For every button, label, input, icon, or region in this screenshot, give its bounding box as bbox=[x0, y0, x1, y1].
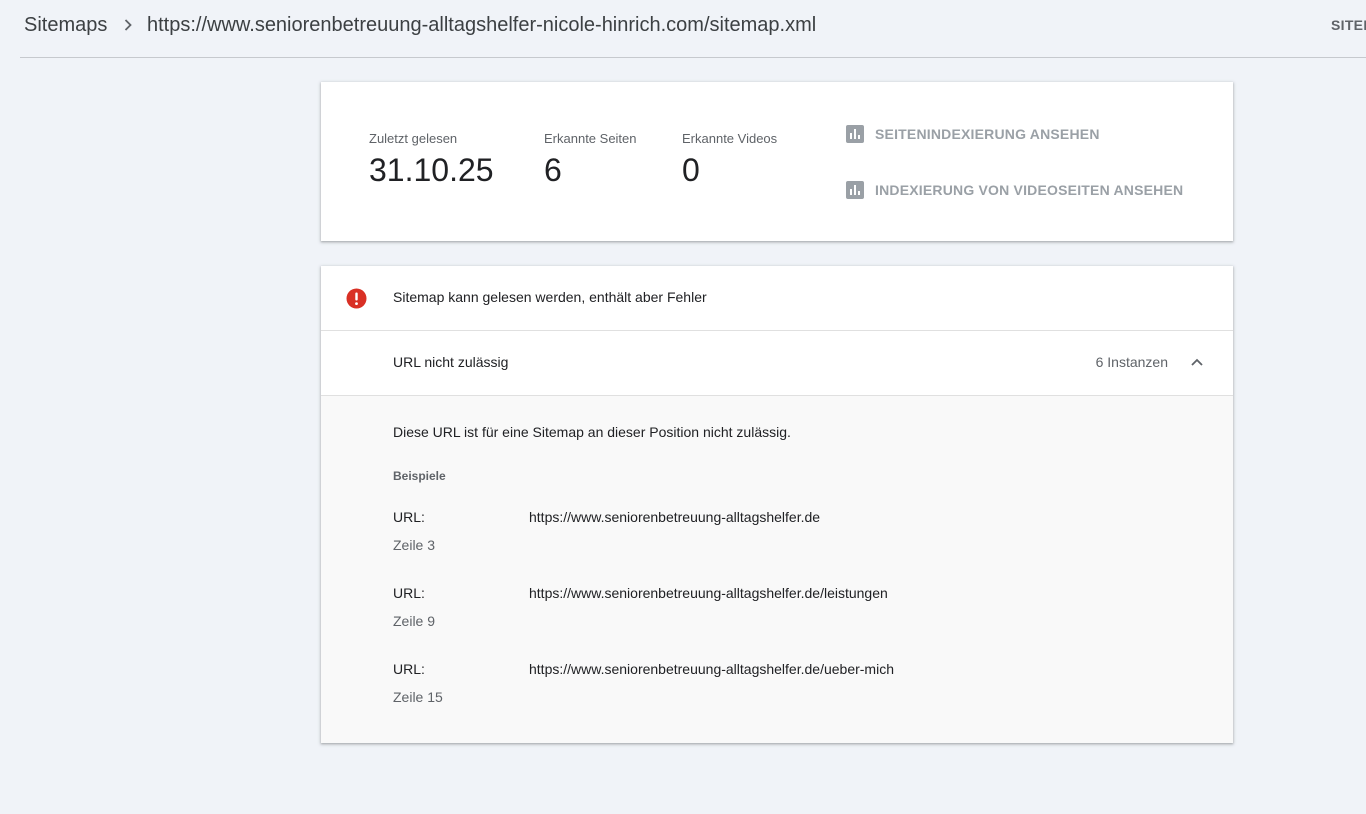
sitemap-errors-card: Sitemap kann gelesen werden, enthält abe… bbox=[321, 266, 1233, 743]
example-key: URL: bbox=[393, 509, 425, 525]
view-page-indexing-label: SEITENINDEXIERUNG ANSEHEN bbox=[875, 126, 1100, 142]
issue-row-toggle[interactable]: URL nicht zulässig 6 Instanzen bbox=[321, 331, 1233, 396]
example-url: https://www.seniorenbetreuung-alltagshel… bbox=[529, 661, 894, 677]
page-header: Sitemaps https://www.seniorenbetreuung-a… bbox=[20, 0, 1366, 58]
examples-heading: Beispiele bbox=[393, 469, 446, 483]
example-url: https://www.seniorenbetreuung-alltagshel… bbox=[529, 585, 888, 601]
issue-description: Diese URL ist für eine Sitemap an dieser… bbox=[393, 424, 791, 440]
stat-label: Zuletzt gelesen bbox=[369, 131, 458, 146]
example-line: Zeile 9 bbox=[393, 613, 436, 629]
stat-discovered-videos: Erkannte Videos 0 bbox=[682, 131, 777, 189]
issue-details: Diese URL ist für eine Sitemap an dieser… bbox=[321, 396, 1233, 743]
stat-discovered-pages: Erkannte Seiten 6 bbox=[544, 131, 637, 189]
stat-value: 6 bbox=[544, 152, 562, 188]
issue-count: 6 Instanzen bbox=[1095, 354, 1168, 370]
example-url: https://www.seniorenbetreuung-alltagshel… bbox=[529, 509, 821, 525]
example-item: URL: https://www.seniorenbetreuung-allta… bbox=[393, 509, 1193, 559]
stat-last-read: Zuletzt gelesen 31.10.25 bbox=[369, 131, 494, 189]
issue-title: URL nicht zulässig bbox=[393, 354, 509, 370]
breadcrumb-current-sitemap: https://www.seniorenbetreuung-alltagshel… bbox=[147, 14, 817, 36]
stat-label: Erkannte Videos bbox=[682, 131, 778, 146]
sitemap-summary-card: Zuletzt gelesen 31.10.25 Erkannte Seiten… bbox=[321, 82, 1233, 241]
bar-chart-icon bbox=[846, 125, 864, 143]
chevron-up-icon[interactable] bbox=[1190, 355, 1204, 369]
example-line: Zeile 15 bbox=[393, 689, 443, 705]
example-key: URL: bbox=[393, 585, 425, 601]
example-item: URL: https://www.seniorenbetreuung-allta… bbox=[393, 661, 1193, 711]
view-page-indexing-button[interactable]: SEITENINDEXIERUNG ANSEHEN bbox=[846, 125, 1100, 143]
bar-chart-icon bbox=[846, 181, 864, 199]
chevron-right-icon bbox=[124, 19, 132, 31]
stat-value: 31.10.25 bbox=[369, 152, 494, 188]
stat-value: 0 bbox=[682, 152, 700, 188]
stat-label: Erkannte Seiten bbox=[544, 131, 637, 146]
example-item: URL: https://www.seniorenbetreuung-allta… bbox=[393, 585, 1193, 635]
example-key: URL: bbox=[393, 661, 425, 677]
status-text: Sitemap kann gelesen werden, enthält abe… bbox=[393, 289, 707, 305]
example-line: Zeile 3 bbox=[393, 537, 436, 553]
view-video-indexing-button[interactable]: INDEXIERUNG VON VIDEOSEITEN ANSEHEN bbox=[846, 181, 1183, 199]
status-row: Sitemap kann gelesen werden, enthält abe… bbox=[321, 266, 1233, 331]
breadcrumb-sitemaps-link[interactable]: Sitemaps bbox=[24, 14, 107, 37]
header-sitemap-button[interactable]: SITEM bbox=[1331, 17, 1366, 33]
error-icon bbox=[346, 288, 367, 309]
view-video-indexing-label: INDEXIERUNG VON VIDEOSEITEN ANSEHEN bbox=[875, 182, 1184, 198]
